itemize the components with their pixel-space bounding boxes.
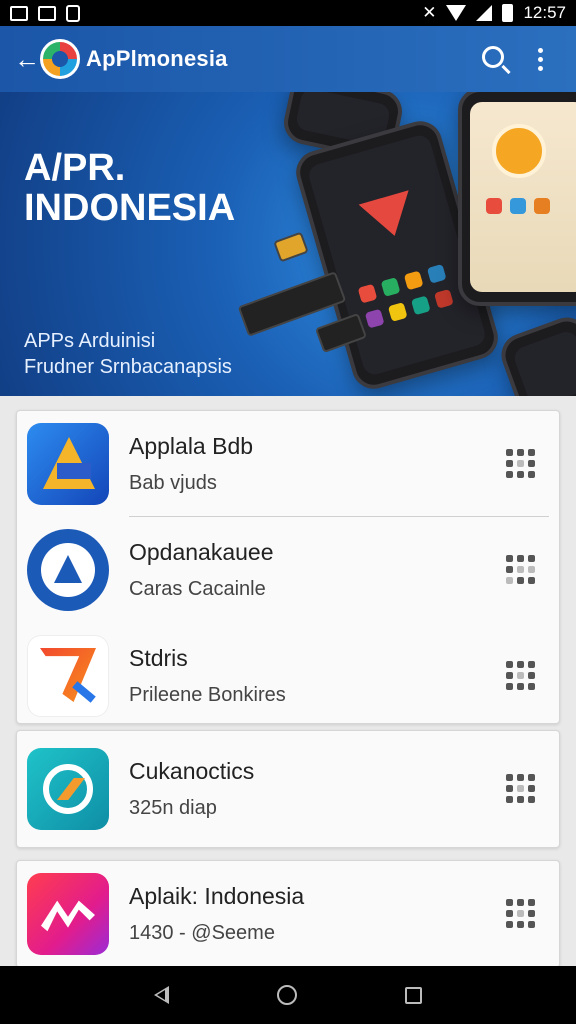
promo-banner[interactable]: A/PR. INDONESIA APPs Arduinisi Frudner S… [0, 92, 576, 396]
list-item[interactable]: Stdris Prileene Bonkires [17, 623, 559, 729]
blue-triangle-app-icon [27, 423, 109, 505]
more-options-button[interactable] [518, 37, 562, 81]
app-title: Cukanoctics [129, 758, 255, 784]
list-item-text: Cukanoctics 325n diap [129, 756, 501, 822]
battery-icon [502, 4, 514, 22]
phone-illustration [495, 311, 576, 396]
wifi-icon [446, 5, 467, 21]
banner-title-line2: INDONESIA [24, 187, 236, 229]
clipboard-icon [66, 4, 80, 22]
image-icon [38, 5, 56, 21]
item-menu-icon[interactable] [501, 894, 541, 934]
banner-title-line1: A/PR. [24, 147, 126, 189]
more-vert-icon [537, 47, 543, 71]
item-menu-icon[interactable] [501, 656, 541, 696]
item-menu-icon[interactable] [501, 550, 541, 590]
list-item[interactable]: Opdanakauee Caras Cacainle [17, 517, 559, 623]
app-title: ApPlmonesia [86, 46, 228, 71]
app-subtitle: Bab vjuds [129, 472, 217, 494]
orange-arrow-app-icon [27, 635, 109, 717]
banner-subtitle-line1: APPs Arduinisi [24, 330, 156, 352]
banner-title: A/PR. INDONESIA [24, 148, 235, 228]
blue-circle-a-app-icon [27, 529, 109, 611]
app-title: Stdris [129, 645, 188, 671]
system-nav-bar [0, 966, 576, 1024]
app-bar: ← ApPlmonesia [0, 26, 576, 92]
list-item-text: Stdris Prileene Bonkires [129, 643, 501, 709]
nav-home-icon[interactable] [277, 985, 297, 1005]
list-item-text: Opdanakauee Caras Cacainle [129, 537, 501, 603]
status-bar: ✕ 12:57 [0, 0, 576, 26]
nav-recents-icon[interactable] [405, 986, 422, 1004]
list-item-text: Aplaik: Indonesia 1430 - @Seeme [129, 881, 501, 947]
item-menu-icon[interactable] [501, 769, 541, 809]
status-right-icons: ✕ 12:57 [422, 3, 566, 23]
app-title: Applala Bdb [129, 433, 254, 459]
play-logo-icon [358, 190, 420, 244]
list-item-text: Applala Bdb Bab vjuds [129, 431, 501, 497]
list-item[interactable]: Cukanoctics 325n diap [17, 731, 559, 847]
app-subtitle: 325n diap [129, 797, 217, 819]
signal-icon [476, 5, 493, 21]
teal-swirl-app-icon [27, 748, 109, 830]
app-logo [40, 39, 80, 79]
orange-badge-icon [492, 124, 546, 178]
status-time: 12:57 [523, 3, 566, 22]
phone-illustration [458, 92, 576, 306]
app-list-card: Cukanoctics 325n diap [16, 730, 560, 848]
mute-icon: ✕ [422, 3, 437, 22]
app-list-card: Applala Bdb Bab vjuds Opdanakauee Caras … [16, 410, 560, 724]
image-icon [10, 5, 28, 21]
status-left-icons [10, 4, 80, 22]
app-subtitle: Prileene Bonkires [129, 684, 286, 706]
banner-subtitle-line2: Frudner Srnbacanapsis [24, 356, 232, 378]
app-title: Opdanakauee [129, 539, 274, 565]
list-item[interactable]: Aplaik: Indonesia 1430 - @Seeme [17, 861, 559, 967]
nav-back-icon[interactable] [154, 986, 169, 1004]
list-item[interactable]: Applala Bdb Bab vjuds [17, 411, 559, 517]
item-menu-icon[interactable] [501, 444, 541, 484]
app-subtitle: Caras Cacainle [129, 578, 266, 600]
app-list-card: Aplaik: Indonesia 1430 - @Seeme [16, 860, 560, 968]
search-button[interactable] [474, 37, 518, 81]
app-title: Aplaik: Indonesia [129, 883, 305, 909]
pink-wave-app-icon [27, 873, 109, 955]
app-subtitle: 1430 - @Seeme [129, 922, 275, 944]
search-icon [482, 46, 504, 68]
back-arrow-icon[interactable]: ← [14, 44, 40, 75]
chip-illustration [273, 231, 309, 263]
